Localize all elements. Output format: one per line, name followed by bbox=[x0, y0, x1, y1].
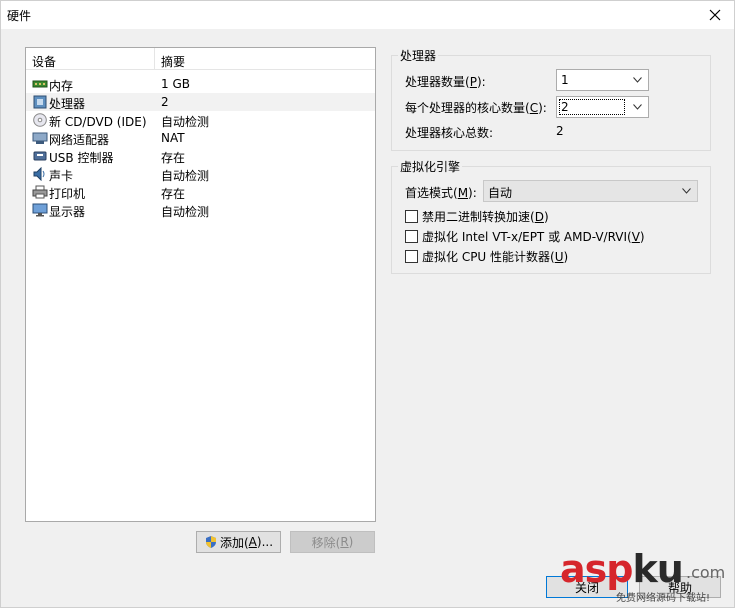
virtualize-vtx-ept-checkbox[interactable]: 虚拟化 Intel VT-x/EPT 或 AMD-V/RVI(V) bbox=[405, 228, 645, 245]
device-summary: 存在 bbox=[161, 151, 186, 165]
cores-per-processor-select[interactable]: 2 bbox=[556, 96, 649, 118]
cores-per-processor-value: 2 bbox=[559, 99, 625, 115]
title-bar: 硬件 bbox=[1, 1, 734, 29]
list-item[interactable]: 内存 1 GB bbox=[26, 75, 375, 93]
list-item[interactable]: 打印机 存在 bbox=[26, 183, 375, 201]
printer-icon bbox=[32, 185, 48, 199]
list-item[interactable]: 声卡 自动检测 bbox=[26, 165, 375, 183]
hardware-dialog: 硬件 设备 摘要 内存 1 GB 处理器 2 新 CD/DVD (IDE) 自动… bbox=[0, 0, 735, 608]
processor-icon bbox=[32, 95, 48, 109]
remove-label-key: R bbox=[340, 535, 349, 549]
preferred-mode-value: 自动 bbox=[488, 186, 513, 200]
device-summary: 自动检测 bbox=[161, 169, 210, 183]
display-icon bbox=[32, 203, 48, 217]
processor-group-title: 处理器 bbox=[398, 47, 439, 64]
device-name: 打印机 bbox=[49, 187, 86, 201]
checkbox-box[interactable] bbox=[405, 250, 418, 263]
uac-shield-icon bbox=[205, 536, 216, 548]
device-name: 声卡 bbox=[49, 169, 74, 183]
chevron-down-icon bbox=[633, 104, 642, 110]
close-window-button[interactable] bbox=[700, 3, 730, 27]
chevron-down-icon bbox=[682, 188, 691, 194]
add-label-suffix: )... bbox=[256, 535, 274, 549]
list-item[interactable]: 处理器 2 bbox=[26, 93, 375, 111]
device-rows: 内存 1 GB 处理器 2 新 CD/DVD (IDE) 自动检测 网络适配器 … bbox=[26, 75, 375, 219]
close-icon bbox=[709, 9, 721, 21]
watermark-subtitle: 免费网络源码下载站! bbox=[616, 593, 711, 604]
column-divider[interactable] bbox=[154, 48, 155, 70]
device-summary: 自动检测 bbox=[161, 115, 210, 129]
watermark-suffix: .com bbox=[686, 563, 726, 582]
sound-card-icon bbox=[32, 167, 48, 181]
window-title: 硬件 bbox=[7, 9, 32, 23]
processor-count-label: 处理器数量(P): bbox=[405, 75, 486, 89]
chevron-down-icon bbox=[633, 77, 642, 83]
device-name: 新 CD/DVD (IDE) bbox=[49, 115, 147, 129]
list-item[interactable]: 显示器 自动检测 bbox=[26, 201, 375, 219]
processor-group: 处理器 处理器数量(P): 1 每个处理器的核心数量(C): 2 处理器核心总数… bbox=[391, 47, 711, 151]
add-label-prefix: 添加( bbox=[219, 535, 249, 550]
add-label-key: A bbox=[248, 535, 257, 549]
cores-per-processor-label: 每个处理器的核心数量(C): bbox=[405, 101, 547, 115]
remove-label-suffix: ) bbox=[348, 535, 354, 549]
total-cores-label: 处理器核心总数: bbox=[405, 126, 494, 140]
watermark-logo: aspku bbox=[560, 547, 684, 591]
virtualization-group: 虚拟化引擎 首选模式(M): 自动 禁用二进制转换加速(D) 虚拟化 Intel… bbox=[391, 158, 711, 274]
preferred-mode-select[interactable]: 自动 bbox=[483, 180, 698, 202]
preferred-mode-label: 首选模式(M): bbox=[405, 186, 477, 200]
remove-label-prefix: 移除( bbox=[311, 535, 341, 550]
usb-icon bbox=[32, 149, 48, 163]
device-summary: NAT bbox=[161, 131, 185, 145]
checkbox-box[interactable] bbox=[405, 230, 418, 243]
device-name: 处理器 bbox=[49, 97, 86, 111]
virtualize-cpu-counters-checkbox[interactable]: 虚拟化 CPU 性能计数器(U) bbox=[405, 248, 568, 265]
device-name: 显示器 bbox=[49, 205, 86, 219]
remove-hardware-button[interactable]: 移除(R) bbox=[290, 531, 375, 553]
device-summary: 存在 bbox=[161, 187, 186, 201]
network-adapter-icon bbox=[32, 131, 48, 145]
device-summary: 自动检测 bbox=[161, 205, 210, 219]
device-name: 内存 bbox=[49, 79, 74, 93]
memory-icon bbox=[32, 77, 48, 91]
processor-count-value: 1 bbox=[561, 73, 569, 87]
total-cores-value: 2 bbox=[556, 124, 564, 138]
device-name: 网络适配器 bbox=[49, 133, 110, 147]
disable-binary-translation-checkbox[interactable]: 禁用二进制转换加速(D) bbox=[405, 208, 549, 225]
list-header: 设备 摘要 bbox=[26, 48, 375, 70]
cd-dvd-icon bbox=[32, 113, 48, 127]
add-hardware-button[interactable]: 添加(A)... bbox=[196, 531, 281, 553]
device-name: USB 控制器 bbox=[49, 151, 114, 165]
column-header-summary[interactable]: 摘要 bbox=[161, 53, 185, 70]
checkbox-box[interactable] bbox=[405, 210, 418, 223]
processor-count-select[interactable]: 1 bbox=[556, 69, 649, 91]
device-summary: 1 GB bbox=[161, 77, 190, 91]
list-item[interactable]: 新 CD/DVD (IDE) 自动检测 bbox=[26, 111, 375, 129]
virtualization-group-title: 虚拟化引擎 bbox=[398, 158, 463, 175]
device-summary: 2 bbox=[161, 95, 169, 109]
list-item[interactable]: USB 控制器 存在 bbox=[26, 147, 375, 165]
watermark: aspku .com 免费网络源码下载站! bbox=[560, 549, 730, 605]
device-list[interactable]: 设备 摘要 内存 1 GB 处理器 2 新 CD/DVD (IDE) 自动检测 bbox=[25, 47, 376, 522]
column-header-device[interactable]: 设备 bbox=[32, 53, 56, 70]
list-item[interactable]: 网络适配器 NAT bbox=[26, 129, 375, 147]
